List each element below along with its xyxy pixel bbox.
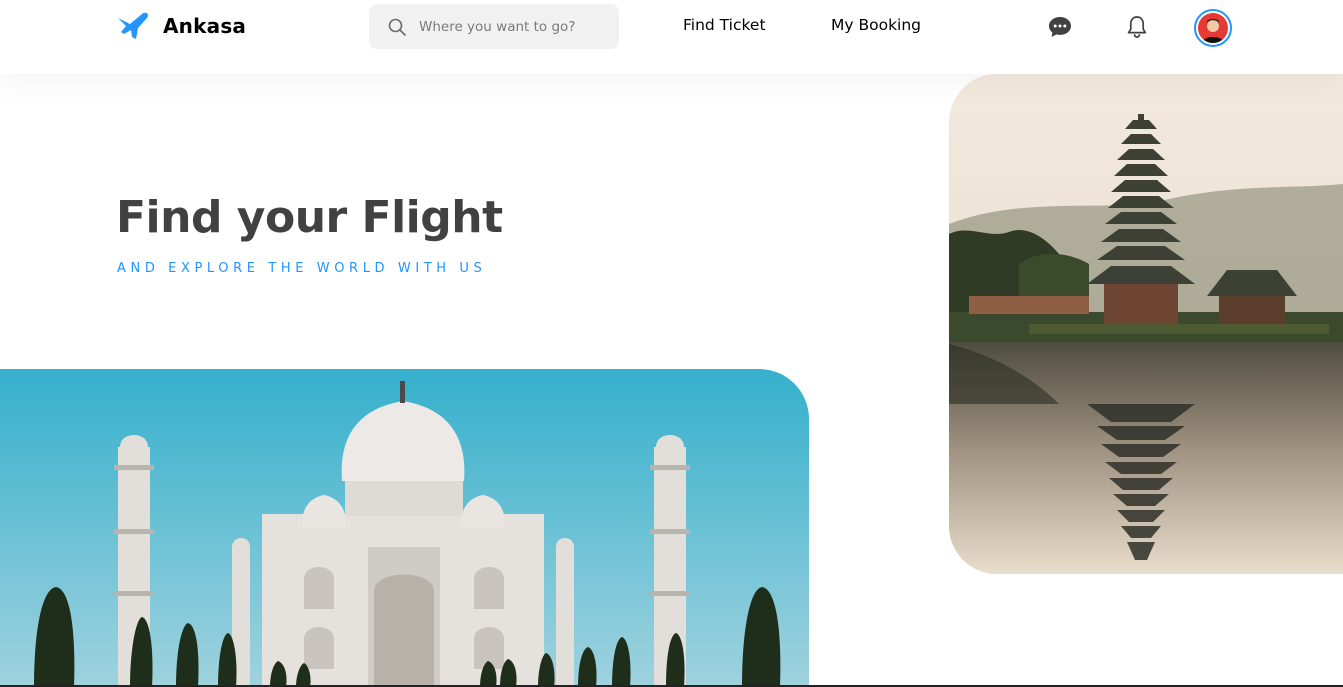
brand-name: Ankasa: [163, 14, 247, 38]
search-icon: [388, 18, 406, 36]
nav-find-ticket[interactable]: Find Ticket: [683, 16, 766, 34]
taj-mahal-illustration: [0, 369, 809, 687]
hero-title: Find your Flight: [116, 192, 503, 243]
chat-bubble-icon[interactable]: [1047, 14, 1073, 40]
top-navbar: Ankasa Find Ticket My Booking: [0, 0, 1343, 74]
hero-subtitle: AND EXPLORE THE WORLD WITH US: [117, 261, 487, 276]
user-avatar[interactable]: [1194, 9, 1232, 47]
nav-my-booking[interactable]: My Booking: [831, 16, 921, 34]
destination-photo-taj-mahal: [0, 369, 809, 687]
temple-illustration: [949, 74, 1343, 574]
avatar-photo: [1198, 13, 1228, 43]
brand-logo[interactable]: Ankasa: [116, 12, 246, 40]
search-box[interactable]: [369, 4, 619, 49]
destination-photo-temple: [949, 74, 1343, 574]
bell-icon[interactable]: [1124, 14, 1150, 40]
search-input[interactable]: [419, 18, 609, 35]
plane-logo-icon: [118, 12, 149, 39]
